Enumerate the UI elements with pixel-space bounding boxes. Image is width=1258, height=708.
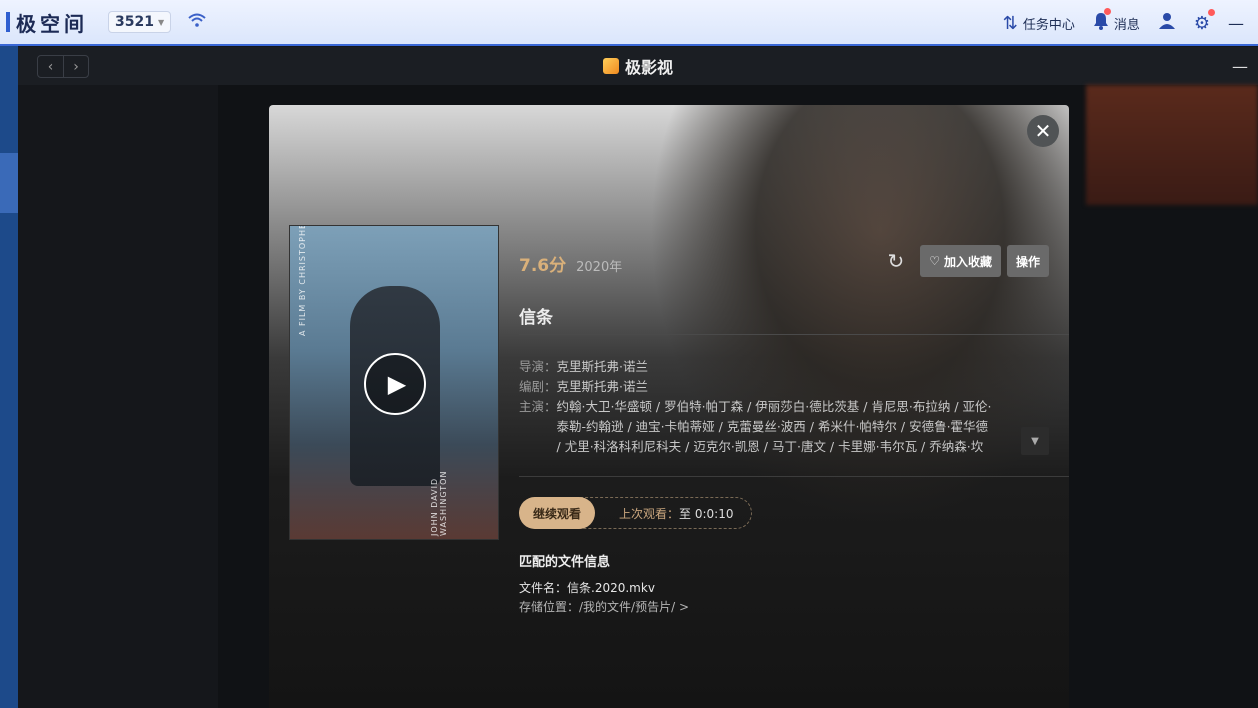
window-titlebar: ‹ › 极影视 — [18, 47, 1258, 85]
nav-buttons: ‹ › [37, 55, 89, 78]
rating-score: 7.6分 [519, 256, 567, 276]
task-center-label: 任务中心 [1022, 17, 1075, 33]
back-button[interactable]: ‹ [38, 56, 63, 77]
task-center-button[interactable]: ⇅ 任务中心 [1003, 13, 1075, 34]
desktop-sidebar [0, 46, 18, 708]
file-info-heading: 匹配的文件信息 [519, 555, 611, 570]
menu-button[interactable]: — [1228, 14, 1244, 33]
menu-icon: — [1228, 13, 1244, 33]
heart-icon: ♡ [929, 254, 940, 268]
writer-value: 克里斯托弗·诺兰 [556, 379, 648, 394]
operate-button[interactable]: 操作 [1006, 245, 1049, 277]
settings-notification-dot [1207, 8, 1215, 16]
bell-icon [1093, 12, 1109, 35]
movie-info: 7.6分 2020年 ↻ ♡ 加入收藏 操作 信条 导演： 克里斯托弗·诺兰 编… [519, 105, 1069, 708]
action-buttons: ↻ ♡ 加入收藏 操作 [887, 245, 1049, 277]
poster-credit-top: A FILM BY CHRISTOPHER NOLAN [298, 225, 307, 336]
app-title-text: 极影视 [624, 58, 673, 77]
last-watched-value: 至 0:0:10 [679, 506, 734, 521]
storage-path-link[interactable]: /我的文件/预告片/ > [579, 600, 689, 614]
storage-label: 存储位置： [519, 600, 580, 614]
messages-button[interactable]: 消息 [1093, 7, 1140, 35]
poster-credit-bottom: JOHN DAVID WASHINGTON [430, 470, 448, 536]
cast-row: 主演： 约翰·大卫·华盛顿 / 罗伯特·帕丁森 / 伊丽莎白·德比茨基 / 肯尼… [519, 397, 1019, 457]
logo-text: 极空间 [16, 11, 88, 36]
director-label: 导演： [519, 359, 557, 374]
add-favorite-button[interactable]: ♡ 加入收藏 [920, 245, 1001, 277]
transfer-icon: ⇅ [1002, 12, 1018, 34]
director-value: 克里斯托弗·诺兰 [556, 359, 648, 374]
movie-title: 信条 [519, 308, 553, 328]
system-bar: 极空间 3521 ▼ ⇅ 任务中心 消息 ⚙ — [0, 0, 1258, 46]
chevron-left-icon: ‹ [47, 58, 54, 75]
user-button[interactable] [1158, 12, 1176, 35]
divider [519, 476, 1069, 477]
cast-line: / 尤里·科洛科利尼科夫 / 迈克尔·凯恩 / 马丁·唐文 / 卡里娜·韦尔瓦 … [556, 439, 984, 454]
logo-mark [6, 12, 10, 32]
divider [519, 334, 1069, 335]
watch-progress-bar: 继续观看 上次观看：至 0:0:10 [519, 497, 752, 529]
director-row: 导演： 克里斯托弗·诺兰 [519, 357, 1019, 377]
app-icon [602, 58, 619, 74]
desktop-sidebar-highlight [0, 153, 18, 213]
score-line: 7.6分 2020年 [519, 251, 622, 276]
writer-row: 编剧： 克里斯托弗·诺兰 [519, 377, 1019, 397]
settings-button[interactable]: ⚙ [1193, 8, 1215, 34]
expand-credits-button[interactable]: ▼ [1021, 427, 1049, 455]
system-tray: ⇅ 任务中心 消息 ⚙ — [1003, 0, 1244, 46]
notification-dot [1103, 7, 1111, 15]
app-logo: 极空间 [6, 8, 88, 37]
play-icon: ▶ [387, 370, 407, 398]
add-favorite-label: 加入收藏 [943, 254, 992, 269]
cast-label: 主演： [519, 399, 557, 414]
device-selector[interactable]: 3521 ▼ [108, 11, 172, 33]
minimize-button[interactable]: — [1232, 57, 1248, 76]
forward-button[interactable]: › [63, 56, 88, 77]
refresh-icon[interactable]: ↻ [887, 249, 904, 273]
continue-watching-button[interactable]: 继续观看 [519, 497, 596, 529]
credits-block: 导演： 克里斯托弗·诺兰 编剧： 克里斯托弗·诺兰 主演： 约翰·大卫·华盛顿 … [519, 357, 1019, 457]
writer-label: 编剧： [519, 379, 557, 394]
file-name-value: 信条.2020.mkv [567, 581, 655, 595]
chevron-down-icon: ▼ [1031, 435, 1039, 447]
file-name-label: 文件名： [519, 581, 568, 595]
movie-poster[interactable]: A FILM BY CHRISTOPHER NOLAN JOHN DAVID W… [289, 225, 499, 540]
play-button[interactable]: ▶ [364, 353, 426, 415]
app-title: 极影视 [602, 54, 673, 78]
last-watched: 上次观看：至 0:0:10 [619, 505, 733, 522]
library-tile-blurred [1086, 85, 1258, 205]
library-sidebar-blurred [18, 85, 218, 708]
movie-detail-modal: ✕ A FILM BY CHRISTOPHER NOLAN JOHN DAVID… [269, 105, 1069, 708]
last-watched-label: 上次观看： [619, 506, 680, 521]
chevron-down-icon: ▼ [157, 17, 165, 27]
user-icon [1158, 12, 1176, 35]
wifi-icon[interactable] [187, 12, 207, 33]
gear-icon: ⚙ [1193, 12, 1210, 34]
file-name-row: 文件名：信条.2020.mkv [519, 579, 655, 596]
chevron-right-icon: › [73, 58, 79, 75]
cast-line: 约翰·大卫·华盛顿 / 罗伯特·帕丁森 / 伊丽莎白·德比茨基 / 肯尼思·布拉… [556, 399, 992, 414]
release-year: 2020年 [576, 260, 623, 275]
messages-label: 消息 [1113, 17, 1140, 33]
operate-label: 操作 [1015, 254, 1040, 269]
storage-path-row[interactable]: 存储位置：/我的文件/预告片/ > [519, 598, 689, 615]
device-name: 3521 [115, 14, 154, 30]
cast-value: 约翰·大卫·华盛顿 / 罗伯特·帕丁森 / 伊丽莎白·德比茨基 / 肯尼思·布拉… [557, 397, 992, 457]
cast-line: 泰勒-约翰逊 / 迪宝·卡帕蒂娅 / 克蕾曼丝·波西 / 希米什·帕特尔 / 安… [556, 419, 989, 434]
